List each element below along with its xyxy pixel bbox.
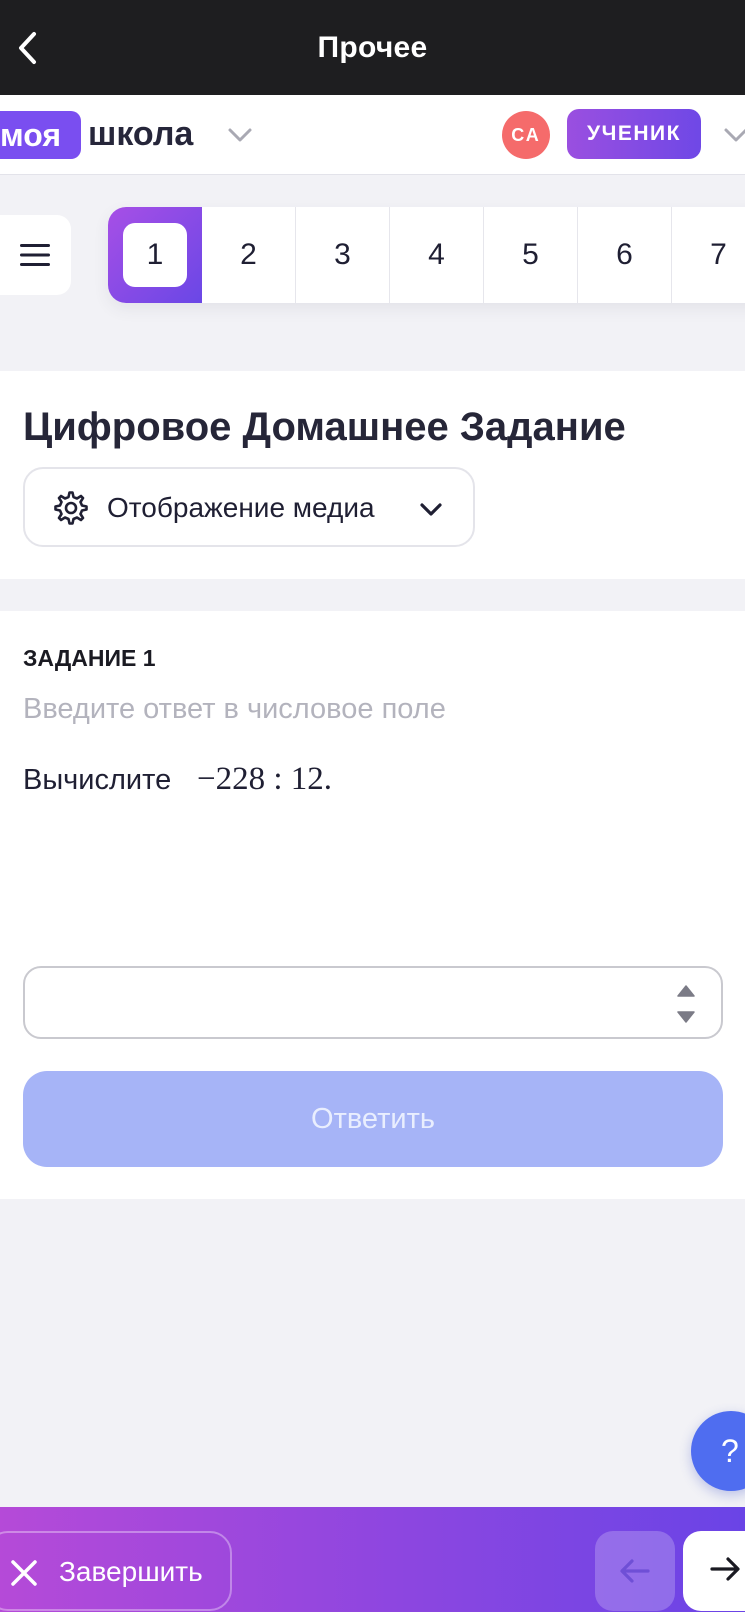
bottom-action-bar: Завершить — [0, 1507, 745, 1612]
help-button[interactable]: ? — [691, 1411, 745, 1491]
avatar[interactable]: СА — [502, 111, 550, 159]
answer-input[interactable] — [41, 980, 641, 1026]
task-expression: −228 : 12. — [197, 761, 333, 797]
next-task-button[interactable] — [683, 1531, 745, 1611]
task-tab-7[interactable]: 7 — [672, 207, 745, 303]
arrow-right-icon — [710, 1557, 740, 1581]
task-tab-2[interactable]: 2 — [202, 207, 296, 303]
finish-label: Завершить — [59, 1556, 203, 1587]
chevron-down-icon[interactable] — [722, 123, 745, 147]
gear-icon — [54, 491, 88, 525]
task-tab-5[interactable]: 5 — [484, 207, 578, 303]
back-button[interactable] — [8, 28, 48, 68]
chevron-down-icon[interactable] — [226, 123, 254, 147]
chevron-left-icon — [19, 32, 36, 64]
answer-field[interactable] — [23, 966, 723, 1039]
task-tab-6[interactable]: 6 — [578, 207, 672, 303]
top-navigation-bar: Прочее — [0, 0, 745, 95]
task-number-label: ЗАДАНИЕ 1 — [23, 645, 156, 671]
task-card: ЗАДАНИЕ 1 Введите ответ в числовое поле … — [0, 611, 745, 1199]
finish-button[interactable]: Завершить — [0, 1531, 232, 1611]
task-hint: Введите ответ в числовое поле — [23, 693, 446, 725]
page-title: Прочее — [317, 30, 428, 64]
previous-task-button[interactable] — [595, 1531, 675, 1611]
submit-answer-button[interactable]: Ответить — [23, 1071, 723, 1167]
media-display-label: Отображение медиа — [107, 492, 375, 523]
task-question: Вычислите — [23, 764, 172, 796]
chevron-down-icon — [420, 503, 442, 516]
task-tab-1[interactable]: 1 — [108, 207, 202, 303]
media-display-dropdown[interactable]: Отображение медиа — [23, 467, 475, 547]
homework-header-card: Цифровое Домашнее Задание Отображение ме… — [0, 371, 745, 579]
homework-title: Цифровое Домашнее Задание — [23, 405, 626, 449]
task-tab-4[interactable]: 4 — [390, 207, 484, 303]
task-tab-label: 1 — [123, 223, 187, 287]
app-header: моя школа СА УЧЕНИК — [0, 95, 745, 175]
hamburger-menu-icon — [20, 244, 50, 266]
close-icon — [11, 1560, 37, 1586]
arrow-left-icon — [620, 1559, 650, 1583]
task-navigation: 1 2 3 4 5 6 7 — [108, 207, 745, 303]
task-tab-3[interactable]: 3 — [296, 207, 390, 303]
logo-shkola[interactable]: школа — [88, 112, 193, 158]
menu-button[interactable] — [0, 215, 71, 295]
stepper-arrows-icon[interactable] — [675, 984, 697, 1024]
logo-moya[interactable]: моя — [0, 111, 81, 159]
role-badge[interactable]: УЧЕНИК — [567, 109, 701, 159]
